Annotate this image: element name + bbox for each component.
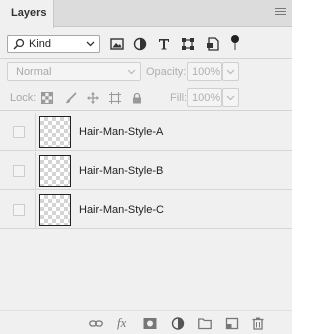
smart-object-filter-icon[interactable] [206,37,220,51]
panel-tab-bar: Layers [0,0,292,28]
layer-row[interactable]: Hair-Man-Style-A [0,113,292,151]
blend-row: Normal Opacity: 100% [0,60,292,83]
adjustment-layer-icon[interactable] [171,317,185,330]
trash-icon[interactable] [251,317,265,330]
layer-name[interactable]: Hair-Man-Style-B [79,165,163,177]
opacity-dropdown[interactable] [222,62,239,81]
opacity-label: Opacity: [146,66,187,78]
divider [35,152,36,190]
layer-style-icon[interactable]: fx [117,315,126,331]
layer-thumbnail[interactable] [39,155,71,187]
layer-row[interactable]: Hair-Man-Style-C [0,191,292,229]
lock-transparent-icon[interactable] [41,92,53,104]
fill-dropdown[interactable] [222,88,239,107]
search-icon [13,38,25,50]
lock-label: Lock: [10,92,37,104]
divider [35,191,36,229]
adjustment-filter-icon[interactable] [133,37,147,51]
kind-filter-select[interactable]: Kind [7,35,100,53]
layer-thumbnail[interactable] [39,116,71,148]
chevron-down-icon [127,69,136,75]
layer-row[interactable]: Hair-Man-Style-B [0,152,292,190]
lock-position-icon[interactable] [87,92,99,104]
new-layer-icon[interactable] [225,317,239,330]
blend-mode-select[interactable]: Normal [7,62,141,81]
visibility-toggle[interactable] [13,126,25,138]
fill-input[interactable]: 100% [187,88,222,107]
layers-empty-area [0,232,292,310]
layer-mask-icon[interactable] [143,317,157,330]
filter-toggle-icon[interactable] [231,35,239,43]
layer-thumbnail[interactable] [39,194,71,226]
chevron-down-icon [226,69,235,75]
chevron-down-icon [226,95,235,101]
group-folder-icon[interactable] [198,317,212,330]
lock-row: Lock: Fill: 100% [0,86,292,111]
chevron-down-icon [86,41,95,47]
image-filter-icon[interactable] [110,37,124,51]
divider [35,113,36,151]
bottom-toolbar: fx [0,310,292,334]
panel-menu-icon[interactable] [275,8,286,16]
layers-panel: Layers Kind Normal Opacity: 100% Lock: F… [0,0,292,334]
visibility-toggle[interactable] [13,165,25,177]
lock-artboard-icon[interactable] [109,92,121,104]
type-filter-icon[interactable] [157,37,171,51]
filter-row: Kind [0,27,292,59]
visibility-toggle[interactable] [13,204,25,216]
fill-label: Fill: [170,92,188,104]
kind-filter-label: Kind [29,38,52,50]
shape-filter-icon[interactable] [181,37,195,51]
lock-all-icon[interactable] [131,92,143,104]
link-layers-icon[interactable] [89,317,103,330]
filter-toggle-stem [234,43,236,50]
blend-mode-value: Normal [16,66,52,78]
lock-pixels-icon[interactable] [65,92,77,104]
layer-name[interactable]: Hair-Man-Style-C [79,204,164,216]
tab-layers[interactable]: Layers [0,0,54,28]
opacity-input[interactable]: 100% [187,62,222,81]
layer-name[interactable]: Hair-Man-Style-A [79,126,163,138]
